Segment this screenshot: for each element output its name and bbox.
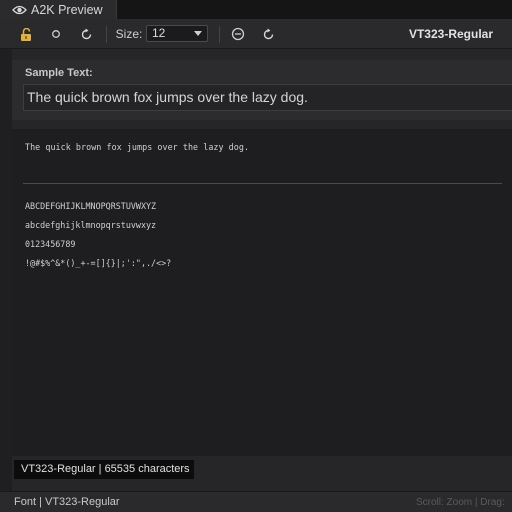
charset-digits: 0123456789 bbox=[25, 239, 76, 249]
charset-lowercase: abcdefghijklmnopqrstuvwxyz bbox=[25, 220, 157, 230]
size-value: 12 bbox=[152, 26, 166, 40]
size-label: Size: bbox=[115, 27, 143, 41]
tab-title: A2K Preview bbox=[31, 2, 103, 17]
status-bar: Font | VT323-Regular Scroll: Zoom | Drag… bbox=[0, 491, 512, 512]
status-font: Font | VT323-Regular bbox=[14, 496, 120, 508]
refresh-icon[interactable] bbox=[77, 19, 95, 49]
tab-strip: A2K Preview bbox=[0, 0, 512, 19]
circle-icon[interactable] bbox=[47, 19, 65, 49]
charset-symbols: !@#$%^&*()_+-=[]{}|;':",./<>? bbox=[25, 258, 172, 268]
status-hint: Scroll: Zoom | Drag: bbox=[416, 497, 505, 508]
minus-circle-icon[interactable] bbox=[229, 19, 247, 49]
toolbar: Size: 12 VT323-Regular bbox=[0, 19, 512, 49]
size-select[interactable]: 12 bbox=[146, 25, 208, 42]
reset-icon[interactable] bbox=[259, 19, 277, 49]
sample-text-label: Sample Text: bbox=[25, 67, 93, 79]
chevron-down-icon bbox=[194, 31, 202, 36]
eye-icon bbox=[12, 5, 27, 15]
preview-area[interactable] bbox=[12, 129, 512, 456]
preview-sample-line: The quick brown fox jumps over the lazy … bbox=[25, 142, 250, 152]
toolbar-divider bbox=[106, 26, 107, 43]
font-info-overlay: VT323-Regular | 65535 characters bbox=[14, 460, 194, 479]
lock-open-icon[interactable] bbox=[16, 19, 36, 49]
font-name-title: VT323-Regular bbox=[408, 27, 493, 41]
sample-text-input[interactable]: The quick brown fox jumps over the lazy … bbox=[23, 84, 512, 111]
charset-uppercase: ABCDEFGHIJKLMNOPQRSTUVWXYZ bbox=[25, 201, 157, 211]
preview-divider bbox=[23, 183, 502, 184]
toolbar-divider bbox=[219, 26, 220, 43]
tab-a2k-preview[interactable]: A2K Preview bbox=[0, 0, 117, 19]
